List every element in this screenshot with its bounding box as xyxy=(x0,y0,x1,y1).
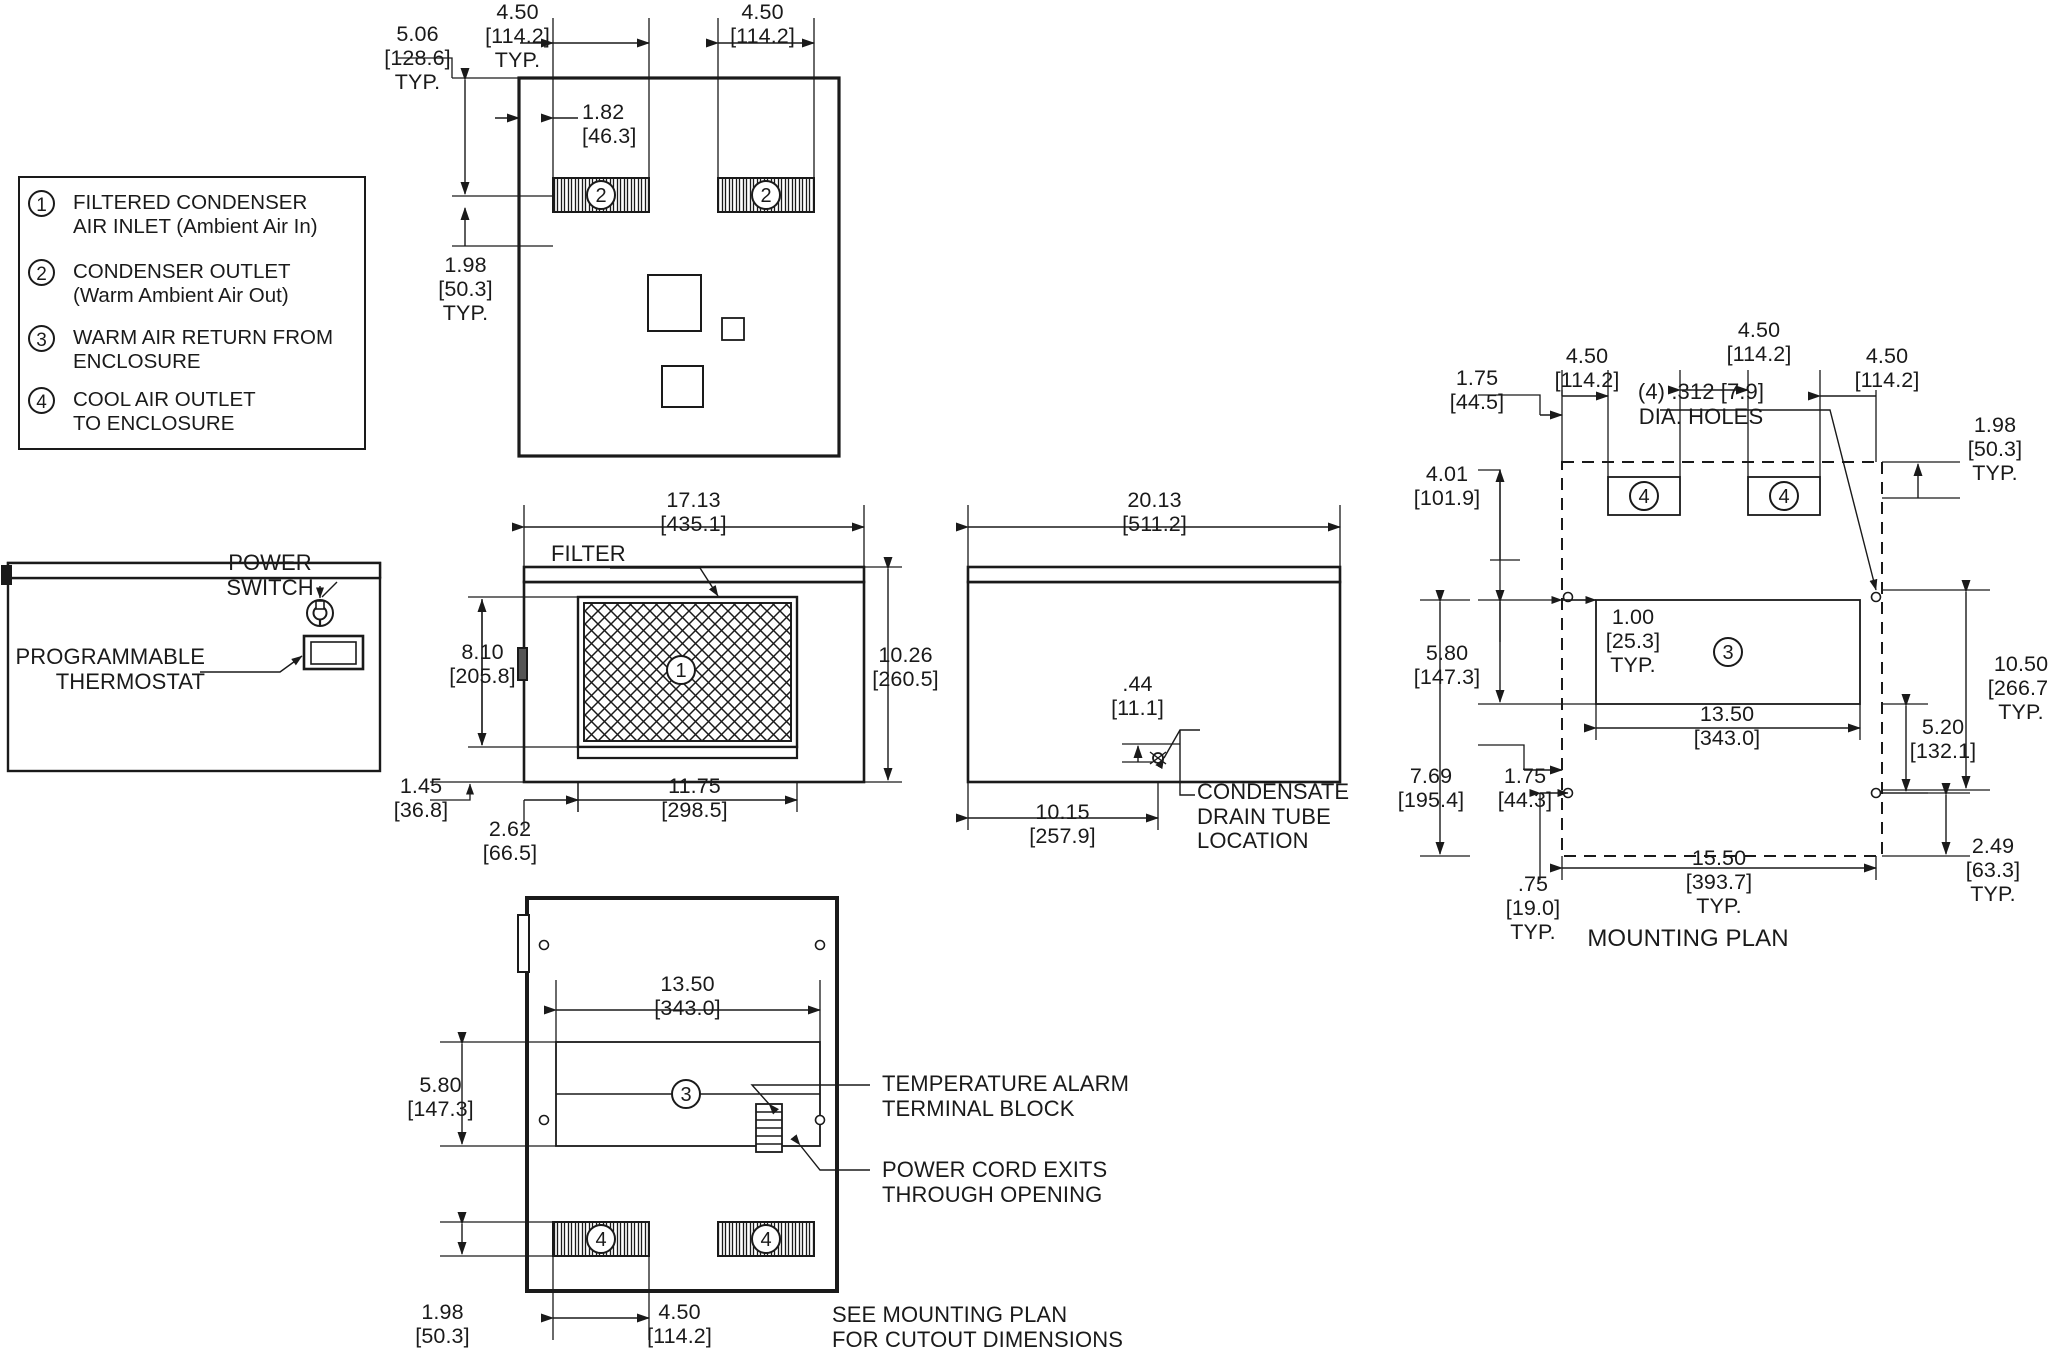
dim-4-50-top-left: 4.50 [114.2] TYP. xyxy=(485,0,550,73)
legend-marker-1: 1 xyxy=(28,190,55,217)
legend-item-3-line2: ENCLOSURE xyxy=(73,350,201,373)
label-programmable-thermostat: PROGRAMMABLE THERMOSTAT xyxy=(15,644,205,694)
callout-balloon-4a-bottom: 4 xyxy=(586,1224,616,1254)
legend-item-4-line1: COOL AIR OUTLET xyxy=(73,388,256,411)
dim-1-45: 1.45 [36.8] xyxy=(393,774,449,823)
dim-0-44: .44 [11.1] xyxy=(1111,672,1164,721)
label-condensate-drain: CONDENSATE DRAIN TUBE LOCATION xyxy=(1197,779,1350,854)
label-power-switch: POWER SWITCH xyxy=(226,550,314,600)
mp-dim-4-50-c: 4.50 [114.2] xyxy=(1854,344,1920,393)
dim-10-26: 10.26 [260.5] xyxy=(872,643,939,692)
dim-1-98-top: 1.98 [50.3] TYP. xyxy=(438,253,493,326)
label-see-mounting-plan: SEE MOUNTING PLAN FOR CUTOUT DIMENSIONS xyxy=(832,1302,1123,1352)
mounting-plan-title: MOUNTING PLAN xyxy=(1587,925,1789,952)
mp-dim-10-50: 10.50 [266.7] TYP. xyxy=(1987,652,2048,725)
dim-11-75: 11.75 [298.5] xyxy=(661,774,728,823)
mp-dim-4-50-b: 4.50 [114.2] xyxy=(1726,318,1792,367)
legend-item-3-line1: WARM AIR RETURN FROM xyxy=(73,326,334,349)
legend-item-1-line1: FILTERED CONDENSER xyxy=(73,191,308,214)
dim-4-50-top-right: 4.50 [114.2] xyxy=(730,0,795,49)
mp-dim-2-49: 2.49 [63.3] TYP. xyxy=(1965,834,2021,907)
dim-1-82: 1.82 [46.3] xyxy=(582,100,637,149)
mp-dim-1-75-top: 1.75 [44.5] xyxy=(1449,366,1505,415)
dim-5-80-bottom: 5.80 [147.3] xyxy=(407,1073,474,1122)
dim-17-13: 17.13 [435.1] xyxy=(660,488,727,537)
label-dia-holes: (4) .312 [7.9] DIA. HOLES xyxy=(1637,379,1765,429)
legend-item-4-line2: TO ENCLOSURE xyxy=(73,412,235,435)
dim-13-50-bottom: 13.50 [343.0] xyxy=(654,972,721,1021)
dim-4-50-bottom: 4.50 [114.2] xyxy=(647,1300,712,1349)
callout-balloon-2b: 2 xyxy=(751,180,781,210)
callout-balloon-3-mp: 3 xyxy=(1713,637,1743,667)
mp-dim-1-98: 1.98 [50.3] TYP. xyxy=(1967,413,2023,486)
callout-balloon-4b-bottom: 4 xyxy=(751,1224,781,1254)
legend-item-2-line1: CONDENSER OUTLET xyxy=(73,260,291,283)
callout-balloon-1: 1 xyxy=(666,655,696,685)
mp-dim-1-00: 1.00 [25.3] TYP. xyxy=(1605,605,1661,678)
label-filter: FILTER xyxy=(551,541,626,566)
label-temperature-alarm: TEMPERATURE ALARM TERMINAL BLOCK xyxy=(882,1071,1129,1121)
mp-dim-13-50: 13.50 [343.0] xyxy=(1693,702,1761,751)
mp-dim-5-80: 5.80 [147.3] xyxy=(1413,641,1481,690)
dim-20-13: 20.13 [511.2] xyxy=(1122,488,1187,537)
mp-dim-15-50: 15.50 [393.7] TYP. xyxy=(1685,846,1753,919)
legend-item-2-line2: (Warm Ambient Air Out) xyxy=(73,284,289,307)
mp-dim-4-01: 4.01 [101.9] xyxy=(1413,462,1481,511)
legend-item-1-line2: AIR INLET (Ambient Air In) xyxy=(73,215,318,238)
legend-marker-2: 2 xyxy=(28,259,55,286)
label-power-cord: POWER CORD EXITS THROUGH OPENING xyxy=(882,1157,1108,1207)
legend-marker-3: 3 xyxy=(28,325,55,352)
callout-balloon-4a-mp: 4 xyxy=(1629,481,1659,511)
legend-marker-4: 4 xyxy=(28,387,55,414)
dim-8-10: 8.10 [205.8] xyxy=(449,640,516,689)
mp-dim-5-20: 5.20 [132.1] xyxy=(1909,715,1977,764)
callout-balloon-2a: 2 xyxy=(586,180,616,210)
dim-2-62: 2.62 [66.5] xyxy=(482,817,538,866)
mp-dim-1-75-bottom: 1.75 [44.3] xyxy=(1497,764,1553,813)
dim-10-15: 10.15 [257.9] xyxy=(1029,800,1096,849)
dim-1-98-bottom: 1.98 [50.3] xyxy=(415,1300,470,1349)
callout-balloon-3-bottom: 3 xyxy=(671,1079,701,1109)
drawing-sheet: 1 FILTERED CONDENSER AIR INLET (Ambient … xyxy=(0,0,2048,1356)
callout-balloon-4b-mp: 4 xyxy=(1769,481,1799,511)
